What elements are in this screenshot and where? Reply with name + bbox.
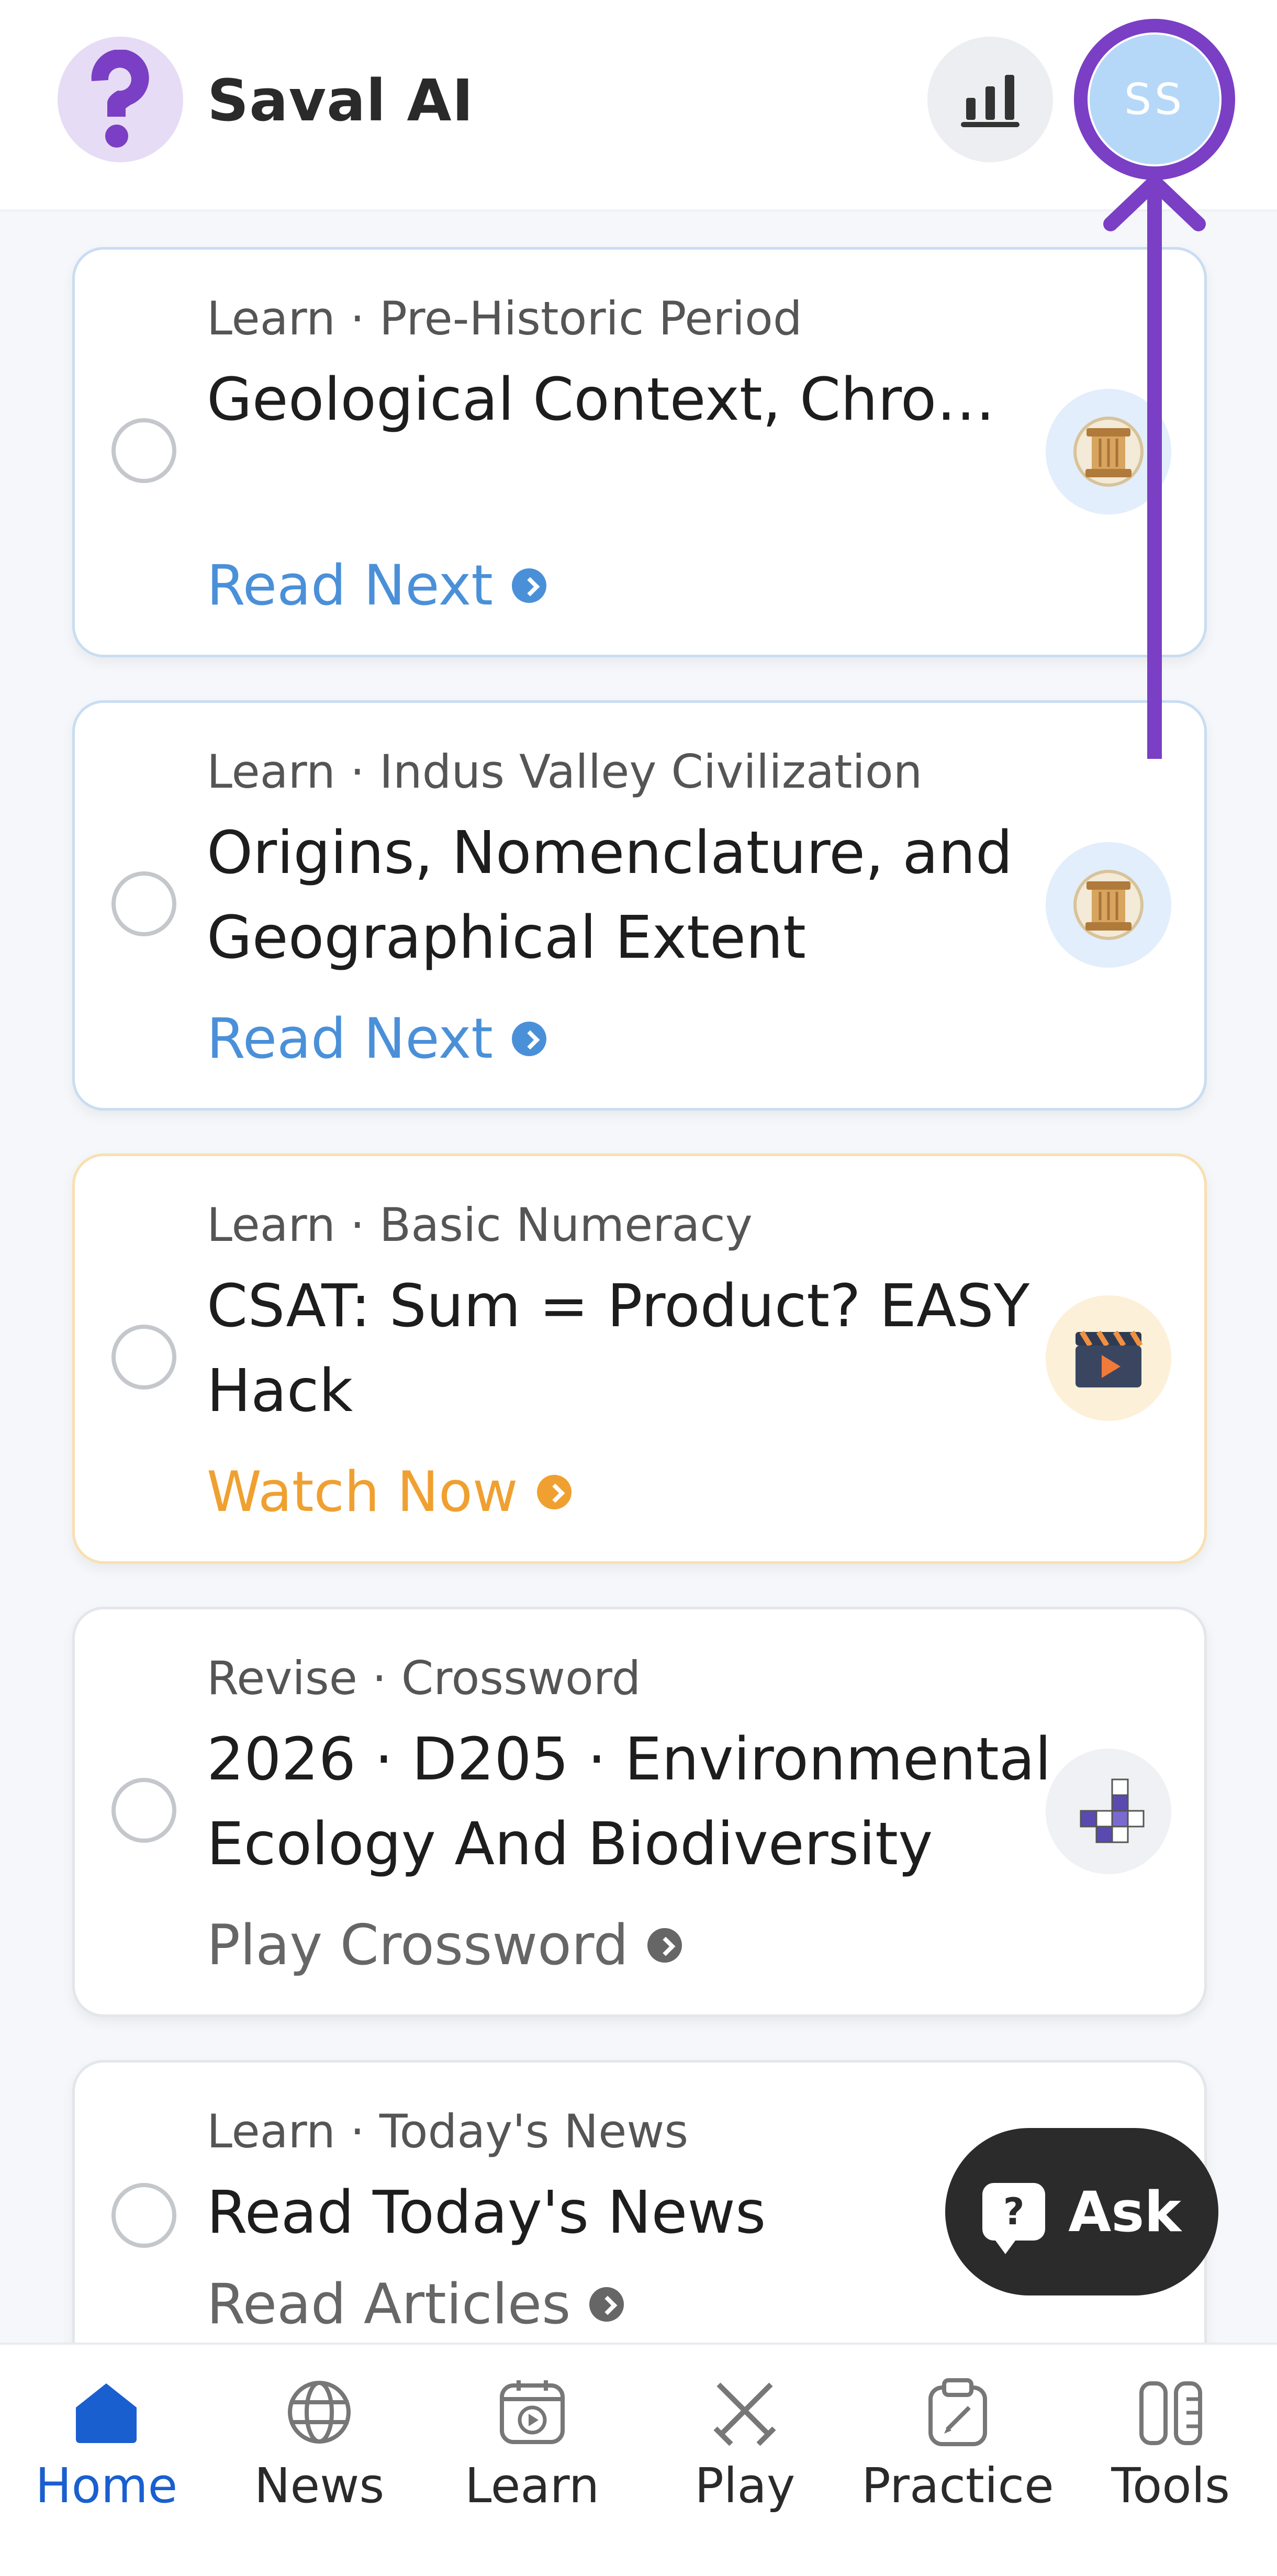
stats-button[interactable] bbox=[927, 37, 1053, 162]
read-articles-link[interactable]: Read Articles bbox=[207, 2272, 624, 2336]
clipboard-pencil-icon bbox=[928, 2378, 988, 2446]
home-screen: Saval AI SS Learn · Pre-Historic Period … bbox=[0, 0, 1277, 2576]
arrow-right-icon bbox=[511, 568, 546, 603]
bar-chart-icon bbox=[961, 75, 1020, 127]
tools-icon bbox=[1139, 2381, 1202, 2445]
globe-icon bbox=[288, 2381, 351, 2444]
list-item[interactable]: Learn · Indus Valley Civilization Origin… bbox=[72, 700, 1207, 1111]
completion-radio[interactable] bbox=[111, 418, 176, 483]
card-title: Origins, Nomenclature, and Geographical … bbox=[207, 819, 1013, 972]
read-next-link[interactable]: Read Next bbox=[207, 553, 546, 618]
nav-home[interactable]: Home bbox=[0, 2345, 213, 2576]
watch-now-link[interactable]: Watch Now bbox=[207, 1460, 572, 1524]
card-meta: Learn · Today's News bbox=[207, 2104, 689, 2158]
home-icon bbox=[76, 2383, 137, 2443]
list-item[interactable]: Revise · Crossword 2026 · D205 · Environ… bbox=[72, 1607, 1207, 2017]
swords-icon bbox=[713, 2382, 776, 2446]
crossword-icon bbox=[1046, 1749, 1171, 1874]
arrow-right-icon bbox=[647, 1928, 682, 1963]
read-next-link[interactable]: Read Next bbox=[207, 1006, 546, 1071]
video-calendar-icon bbox=[499, 2380, 565, 2444]
card-title: CSAT: Sum = Product? EASY Hack bbox=[207, 1272, 1030, 1425]
pillar-icon bbox=[1046, 842, 1171, 968]
card-meta: Revise · Crossword bbox=[207, 1651, 641, 1705]
brand-name: Saval AI bbox=[207, 67, 474, 134]
top-header: Saval AI SS bbox=[0, 0, 1277, 211]
clapperboard-icon bbox=[1046, 1295, 1171, 1421]
completion-radio[interactable] bbox=[111, 1325, 176, 1390]
card-title: Geological Context, Chronology, and Earl… bbox=[207, 366, 1007, 434]
card-meta: Learn · Basic Numeracy bbox=[207, 1198, 753, 1252]
nav-news[interactable]: News bbox=[213, 2345, 426, 2576]
nav-play[interactable]: Play bbox=[638, 2345, 852, 2576]
ask-button[interactable]: ? Ask bbox=[945, 2128, 1218, 2295]
nav-tools[interactable]: Tools bbox=[1064, 2345, 1277, 2576]
list-item[interactable]: Learn · Pre-Historic Period Geological C… bbox=[72, 247, 1207, 657]
card-meta: Learn · Indus Valley Civilization bbox=[207, 745, 923, 799]
chat-question-icon: ? bbox=[982, 2183, 1046, 2254]
app-logo bbox=[58, 37, 183, 162]
completion-radio[interactable] bbox=[111, 871, 176, 936]
card-title: 2026 · D205 · Environmental Ecology And … bbox=[207, 1726, 1051, 1878]
completion-radio[interactable] bbox=[111, 2183, 176, 2248]
pillar-icon bbox=[1046, 389, 1171, 514]
card-meta: Learn · Pre-Historic Period bbox=[207, 292, 802, 345]
arrow-right-icon bbox=[589, 2287, 624, 2322]
arrow-right-icon bbox=[536, 1474, 572, 1509]
question-mark-icon bbox=[91, 50, 149, 148]
completion-radio[interactable] bbox=[111, 1778, 176, 1843]
avatar[interactable]: SS bbox=[1090, 35, 1219, 164]
arrow-right-icon bbox=[511, 1021, 546, 1056]
list-item[interactable]: Learn · Basic Numeracy CSAT: Sum = Produ… bbox=[72, 1153, 1207, 1564]
play-crossword-link[interactable]: Play Crossword bbox=[207, 1913, 682, 1977]
nav-practice[interactable]: Practice bbox=[852, 2345, 1065, 2576]
nav-learn[interactable]: Learn bbox=[425, 2345, 638, 2576]
bottom-navigation: Home News Learn Play Practice Tools bbox=[0, 2343, 1277, 2576]
